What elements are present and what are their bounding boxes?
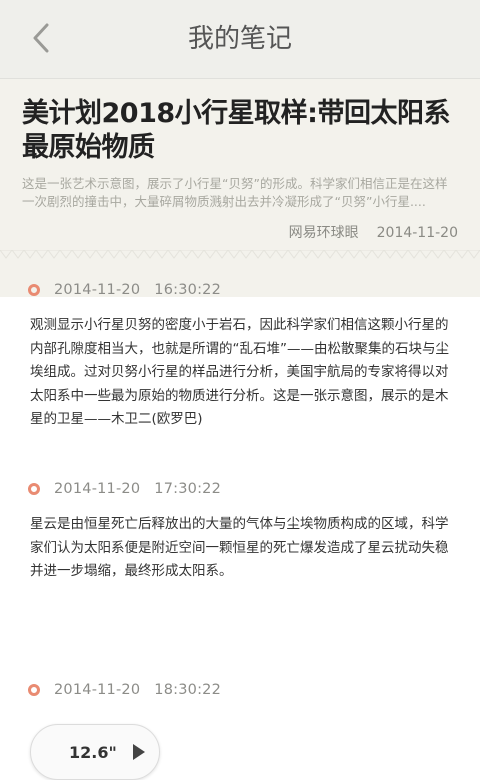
article-header[interactable]: 美计划2018小行星取样:带回太阳系最原始物质 这是一张艺术示意图，展示了小行星… <box>0 79 480 297</box>
article-meta: 网易环球眼 2014-11-20 <box>289 222 458 242</box>
note-time: 17:30:22 <box>154 481 222 497</box>
note-item[interactable]: 2014-11-20 16:30:22 观测显示小行星贝努的密度小于岩石，因此科学… <box>28 280 458 432</box>
timeline-dot-icon <box>28 684 40 696</box>
page-title: 我的笔记 <box>187 24 292 54</box>
article-title: 美计划2018小行星取样:带回太阳系最原始物质 <box>22 98 450 163</box>
zigzag-divider <box>0 250 480 259</box>
note-date: 2014-11-20 <box>54 481 141 497</box>
play-icon <box>132 744 145 760</box>
note-date: 2014-11-20 <box>54 682 141 698</box>
note-text: 观测显示小行星贝努的密度小于岩石，因此科学家们相信这颗小行星的内部孔隙度相当大，… <box>30 317 449 427</box>
article-summary: 这是一张艺术示意图，展示了小行星“贝努”的形成。科学家们相信正是在这样一次剧烈的… <box>22 176 448 209</box>
note-item[interactable]: 2014-11-20 18:30:22 <box>28 680 458 700</box>
note-header: 2014-11-20 16:30:22 <box>28 280 458 300</box>
note-header: 2014-11-20 18:30:22 <box>28 680 458 700</box>
note-text: 星云是由恒星死亡后释放出的大量的气体与尘埃物质构成的区域，科学家们认为太阳系便是… <box>30 516 449 579</box>
nav-bar: 我的笔记 <box>0 0 480 79</box>
timeline-dot-icon <box>28 284 40 296</box>
audio-length: 12.6" <box>69 742 117 762</box>
note-time: 16:30:22 <box>154 282 222 298</box>
note-item[interactable]: 2014-11-20 17:30:22 星云是由恒星死亡后释放出的大量的气体与尘埃… <box>28 479 458 584</box>
note-time: 18:30:22 <box>154 682 222 698</box>
note-header: 2014-11-20 17:30:22 <box>28 479 458 499</box>
timeline-dot-icon <box>28 483 40 495</box>
article-source: 网易环球眼 <box>288 225 359 241</box>
audio-note-button[interactable]: 12.6" <box>30 724 160 780</box>
note-date: 2014-11-20 <box>54 282 141 298</box>
article-date: 2014-11-20 <box>376 225 458 241</box>
